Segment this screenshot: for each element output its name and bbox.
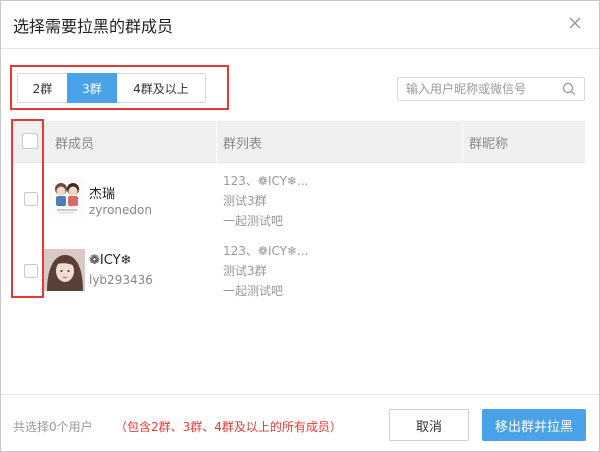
- group-size-tabs: 2群 3群 4群及以上: [17, 73, 206, 103]
- column-divider: [216, 121, 217, 163]
- remove-and-block-button[interactable]: 移出群并拉黑: [482, 409, 586, 441]
- select-all-checkbox[interactable]: [22, 133, 38, 149]
- group-list-line: 123、❁ICY❄...: [223, 174, 309, 188]
- search-box: [397, 77, 585, 101]
- tab-3-groups[interactable]: 3群: [67, 73, 117, 103]
- scope-note: （包含2群、3群、4群及以上的所有成员）: [115, 420, 342, 434]
- member-name: 杰瑞: [89, 187, 116, 202]
- group-list-cell: 123、❁ICY❄... 测试3群 一起测试吧: [223, 241, 309, 301]
- search-input[interactable]: [406, 81, 556, 97]
- tab-4-plus-groups[interactable]: 4群及以上: [116, 73, 206, 103]
- table-header: 群成员 群列表 群昵称: [13, 121, 585, 163]
- member-wechat-id: zyronedon: [89, 203, 152, 217]
- column-header-member: 群成员: [55, 136, 95, 152]
- table-row: 杰瑞 zyronedon 123、❁ICY❄... 测试3群 一起测试吧: [13, 167, 585, 235]
- group-list-line: 测试3群: [223, 264, 267, 278]
- tab-2-groups[interactable]: 2群: [17, 73, 68, 103]
- cancel-button[interactable]: 取消: [389, 409, 469, 441]
- avatar: [43, 249, 85, 291]
- table-row: ❁ICY❄ lyb293436 123、❁ICY❄... 测试3群 一起测试吧: [13, 237, 585, 305]
- member-name: ❁ICY❄: [89, 253, 132, 268]
- dialog-header: 选择需要拉黑的群成员: [1, 1, 599, 49]
- group-list-line: 一起测试吧: [223, 284, 284, 298]
- group-list-line: 测试3群: [223, 194, 267, 208]
- dialog-title: 选择需要拉黑的群成员: [13, 17, 174, 36]
- group-list-line: 一起测试吧: [223, 214, 284, 228]
- group-list-cell: 123、❁ICY❄... 测试3群 一起测试吧: [223, 171, 309, 231]
- column-divider: [462, 121, 463, 163]
- search-icon[interactable]: [562, 82, 576, 96]
- column-header-group-nickname: 群昵称: [469, 136, 509, 152]
- selected-count: 共选择0个用户: [13, 420, 93, 434]
- member-wechat-id: lyb293436: [89, 273, 153, 287]
- row-checkbox[interactable]: [24, 192, 38, 206]
- close-icon[interactable]: [565, 13, 585, 33]
- column-header-group-list: 群列表: [223, 136, 263, 152]
- avatar: [49, 177, 85, 217]
- blacklist-dialog: 选择需要拉黑的群成员 2群 3群 4群及以上 群成员 群列表 群昵称: [0, 0, 600, 452]
- dialog-footer: 共选择0个用户 （包含2群、3群、4群及以上的所有成员） 取消 移出群并拉黑: [1, 394, 599, 452]
- row-checkbox[interactable]: [24, 264, 38, 278]
- group-list-line: 123、❁ICY❄...: [223, 244, 309, 258]
